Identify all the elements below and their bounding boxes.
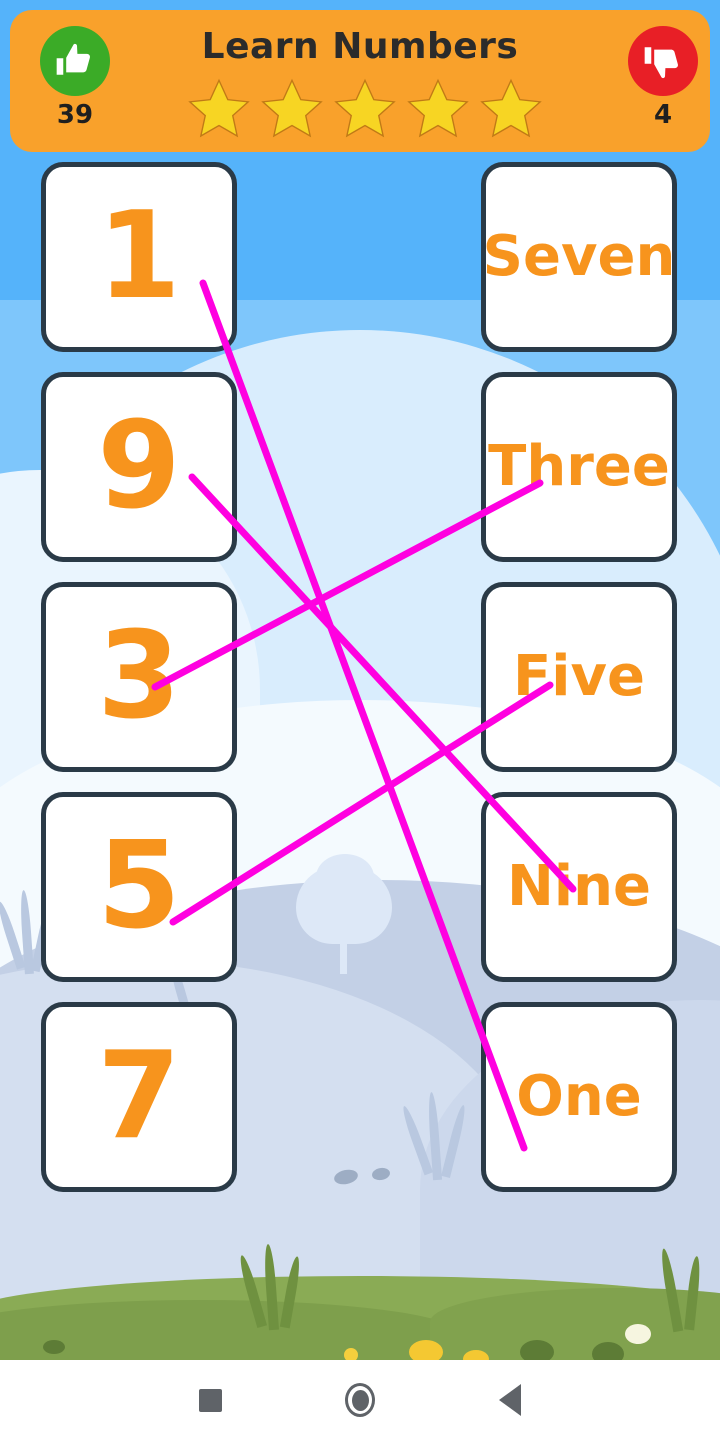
dot-darkgreen-1 [43, 1340, 65, 1354]
number-card-4[interactable]: 5 [41, 792, 237, 982]
word-card-3[interactable]: Five [481, 582, 677, 772]
word-card-label: Three [488, 434, 670, 499]
word-card-label: Seven [482, 224, 676, 289]
recents-icon [198, 1388, 222, 1412]
number-card-1[interactable]: 1 [41, 162, 237, 352]
header-panel: Learn Numbers 39 4 [10, 10, 710, 152]
word-card-label: Five [513, 644, 645, 709]
number-card-label: 3 [97, 607, 181, 746]
tree-trunk [340, 936, 347, 974]
android-navbar [0, 1360, 720, 1440]
number-card-5[interactable]: 7 [41, 1002, 237, 1192]
word-card-4[interactable]: Nine [481, 792, 677, 982]
thumbs-up-button[interactable]: 39 [30, 26, 120, 130]
number-card-label: 1 [97, 187, 181, 326]
number-card-label: 9 [97, 397, 181, 536]
thumbs-up-count: 39 [56, 100, 94, 130]
app-screen: Learn Numbers 39 4 1 9 3 5 7 Seven Three… [0, 0, 720, 1440]
star-icon [188, 78, 250, 138]
thumbs-up-badge [40, 26, 110, 96]
home-icon [345, 1383, 375, 1417]
number-card-2[interactable]: 9 [41, 372, 237, 562]
star-icon [480, 78, 542, 138]
home-button[interactable] [285, 1383, 435, 1417]
thumbs-down-button[interactable]: 4 [618, 26, 708, 130]
grass-dots [0, 1300, 720, 1368]
star-icon [407, 78, 469, 138]
number-card-label: 7 [97, 1027, 181, 1166]
number-card-3[interactable]: 3 [41, 582, 237, 772]
word-card-5[interactable]: One [481, 1002, 677, 1192]
back-icon [499, 1384, 521, 1416]
recents-button[interactable] [135, 1388, 285, 1412]
thumbs-up-icon [56, 43, 90, 75]
word-card-label: Nine [507, 854, 651, 919]
number-card-label: 5 [97, 817, 181, 956]
word-card-label: One [516, 1064, 642, 1129]
thumbs-down-icon [644, 47, 678, 79]
thumbs-down-count: 4 [653, 100, 673, 130]
word-card-1[interactable]: Seven [481, 162, 677, 352]
dot-white-1 [625, 1324, 651, 1344]
thumbs-down-badge [628, 26, 698, 96]
back-button[interactable] [435, 1384, 585, 1416]
tree-silhouette [296, 854, 392, 976]
tree-crown-top [316, 854, 374, 900]
word-card-2[interactable]: Three [481, 372, 677, 562]
star-icon [334, 78, 396, 138]
rating-stars [185, 76, 545, 142]
star-icon [261, 78, 323, 138]
